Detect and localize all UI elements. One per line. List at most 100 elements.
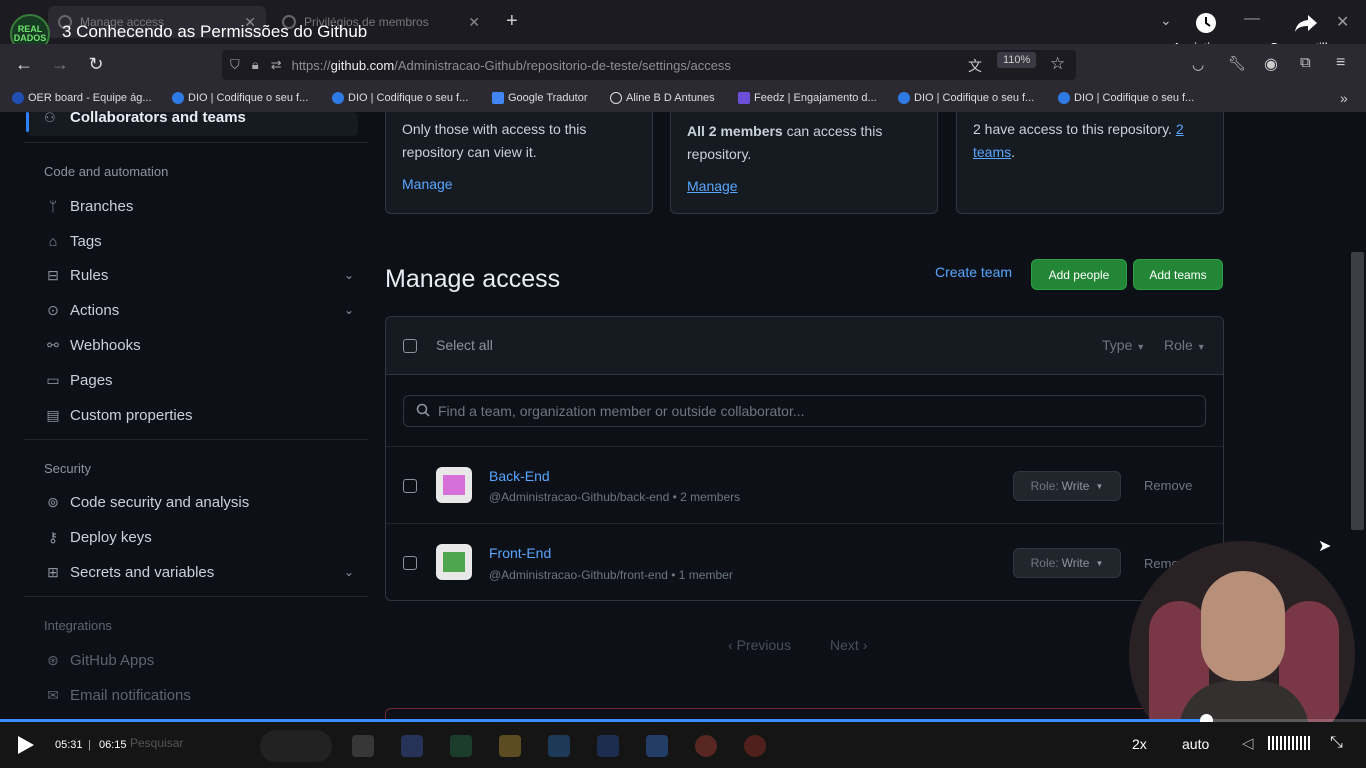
- address-bar[interactable]: ⛉ 🔒︎ ⇄ https://github.com/Administracao-…: [222, 50, 1076, 80]
- sidebar-item-custom-properties[interactable]: ▤ Custom properties: [44, 404, 354, 426]
- page-title: Manage access: [385, 265, 561, 293]
- menu-icon[interactable]: ≡: [1336, 54, 1345, 72]
- member-search-input[interactable]: Find a team, organization member or outs…: [403, 395, 1206, 427]
- team-subtitle: @Administracao-Github/front-end • 1 memb…: [489, 568, 733, 582]
- sidebar-item-deploy-keys[interactable]: ⚷ Deploy keys: [44, 526, 354, 548]
- extensions-icon[interactable]: ⧉: [1300, 54, 1311, 71]
- sidebar-item-code-security[interactable]: ⊚ Code security and analysis: [44, 491, 354, 513]
- video-title[interactable]: 3 Conhecendo as Permissões do Github: [62, 22, 367, 42]
- close-tab-icon[interactable]: ✕: [468, 14, 480, 31]
- chevron-down-icon: ⌄: [343, 565, 354, 579]
- add-people-button[interactable]: Add people: [1031, 259, 1127, 290]
- divider: [24, 596, 368, 597]
- more-bookmarks-icon[interactable]: »: [1340, 90, 1348, 106]
- sidebar-item-tags[interactable]: ⌂ Tags: [44, 230, 354, 252]
- sidebar-item-webhooks[interactable]: ⚯ Webhooks: [44, 334, 354, 356]
- bookmark-item[interactable]: Aline B D Antunes: [610, 92, 715, 104]
- row-checkbox[interactable]: [403, 556, 417, 570]
- chevron-down-icon: ⌄: [343, 303, 354, 317]
- sidebar-item-rules[interactable]: ⊟ Rules ⌄: [44, 264, 354, 286]
- volume-slider[interactable]: [1268, 736, 1310, 750]
- url-prefix: https://: [291, 57, 331, 73]
- play-circle-icon: ⊙: [47, 301, 59, 318]
- teams-count-link[interactable]: 2: [1176, 121, 1184, 137]
- bookmark-item[interactable]: DIO | Codifique o seu f...: [1058, 92, 1194, 104]
- zoom-level[interactable]: 110%: [997, 52, 1037, 68]
- rules-icon: ⊟: [47, 266, 59, 283]
- settings-sidebar: ⚇ Collaborators and teams Code and autom…: [0, 109, 370, 722]
- account-icon[interactable]: ◉: [1264, 54, 1278, 74]
- bookmark-icon: [12, 92, 24, 104]
- remove-button[interactable]: Remove: [1144, 478, 1192, 493]
- bookmark-item[interactable]: Feedz | Engajamento d...: [738, 92, 877, 104]
- team-name-link[interactable]: Back-End: [489, 468, 550, 484]
- sidebar-item-pages[interactable]: ▭ Pages: [44, 369, 354, 391]
- star-icon[interactable]: ☆: [1050, 54, 1065, 74]
- bookmark-item[interactable]: Google Tradutor: [492, 92, 588, 104]
- select-all-label: Select all: [436, 337, 493, 353]
- bookmark-item[interactable]: DIO | Codifique o seu f...: [332, 92, 468, 104]
- select-all-checkbox[interactable]: [403, 339, 417, 353]
- navigation-bar: ← → ↻ ⛉ 🔒︎ ⇄ https://github.com/Administ…: [0, 44, 1366, 86]
- divider: [24, 439, 368, 440]
- section-heading: Integrations: [44, 618, 112, 633]
- role-dropdown[interactable]: Role: Write ▼: [1013, 471, 1121, 501]
- pocket-icon[interactable]: ◡: [1192, 56, 1204, 73]
- sidebar-item-email-notifications[interactable]: ✉ Email notifications: [44, 684, 354, 706]
- app-icon: [450, 735, 472, 757]
- table-row: Front-End @Administracao-Github/front-en…: [386, 523, 1223, 600]
- bookmark-item[interactable]: DIO | Codifique o seu f...: [172, 92, 308, 104]
- divider: [24, 142, 368, 143]
- wrench-icon[interactable]: 🔧︎: [1228, 55, 1246, 72]
- url-path: /Administracao-Github/repositorio-de-tes…: [394, 57, 731, 73]
- add-teams-button[interactable]: Add teams: [1133, 259, 1223, 290]
- sidebar-item-branches[interactable]: ᛘ Branches: [44, 195, 354, 217]
- role-filter[interactable]: Role ▼: [1164, 337, 1206, 353]
- plus-square-icon: ⊞: [47, 563, 59, 580]
- bookmark-item[interactable]: DIO | Codifique o seu f...: [898, 92, 1034, 104]
- lock-icon: 🔒︎: [251, 57, 259, 72]
- team-name-link[interactable]: Front-End: [489, 545, 551, 561]
- caret-down-icon: ▼: [1095, 558, 1104, 568]
- pagination-next[interactable]: Next ›: [830, 637, 867, 653]
- create-team-link[interactable]: Create team: [935, 264, 1012, 280]
- sidebar-item-secrets[interactable]: ⊞ Secrets and variables ⌄: [44, 561, 354, 583]
- page-scrollbar[interactable]: [1351, 252, 1364, 530]
- forward-icon[interactable]: →: [49, 54, 71, 75]
- note-icon: ▤: [46, 406, 60, 423]
- manage-visibility-link[interactable]: Manage: [402, 173, 453, 196]
- webhook-icon: ⚯: [47, 336, 59, 353]
- feedz-icon: [738, 92, 750, 104]
- mouse-cursor-icon: ➤: [1318, 538, 1332, 555]
- apps-icon: ⊛: [47, 651, 59, 668]
- sidebar-item-actions[interactable]: ⊙ Actions ⌄: [44, 299, 354, 321]
- volume-icon[interactable]: ◁: [1242, 734, 1254, 752]
- row-checkbox[interactable]: [403, 479, 417, 493]
- teams-link[interactable]: teams: [973, 144, 1011, 160]
- caret-down-icon: ▼: [1095, 481, 1104, 491]
- play-icon[interactable]: [14, 734, 36, 761]
- translate-icon[interactable]: 文: [968, 56, 982, 76]
- members-card: All 2 members can access this repository…: [670, 112, 938, 214]
- chrome-icon: [695, 735, 717, 757]
- duration: 06:15: [99, 739, 127, 751]
- quality-button[interactable]: auto: [1182, 736, 1209, 752]
- type-filter[interactable]: Type ▼: [1102, 337, 1145, 353]
- speed-button[interactable]: 2x: [1132, 736, 1147, 752]
- table-header: Select all Type ▼ Role ▼: [386, 317, 1223, 375]
- reload-icon[interactable]: ↻: [85, 54, 107, 75]
- back-icon[interactable]: ←: [13, 54, 35, 75]
- sidebar-item-github-apps[interactable]: ⊛ GitHub Apps: [44, 649, 354, 671]
- visibility-text: Only those with access to this repositor…: [402, 121, 587, 160]
- team-avatar: [436, 467, 472, 503]
- bookmark-item[interactable]: OER board - Equipe ág...: [12, 92, 152, 104]
- role-dropdown[interactable]: Role: Write ▼: [1013, 548, 1121, 578]
- team-avatar: [436, 544, 472, 580]
- access-text: 2 have access to this repository. 2 teams…: [973, 121, 1184, 160]
- new-tab-icon[interactable]: +: [506, 10, 518, 33]
- sidebar-item-collaborators[interactable]: ⚇ Collaborators and teams: [26, 109, 358, 136]
- access-card: 2 have access to this repository. 2 teams…: [956, 112, 1224, 214]
- fullscreen-icon[interactable]: ⤡: [1330, 734, 1343, 752]
- pagination-previous[interactable]: ‹ Previous: [728, 637, 791, 653]
- manage-members-link[interactable]: Manage: [687, 175, 738, 198]
